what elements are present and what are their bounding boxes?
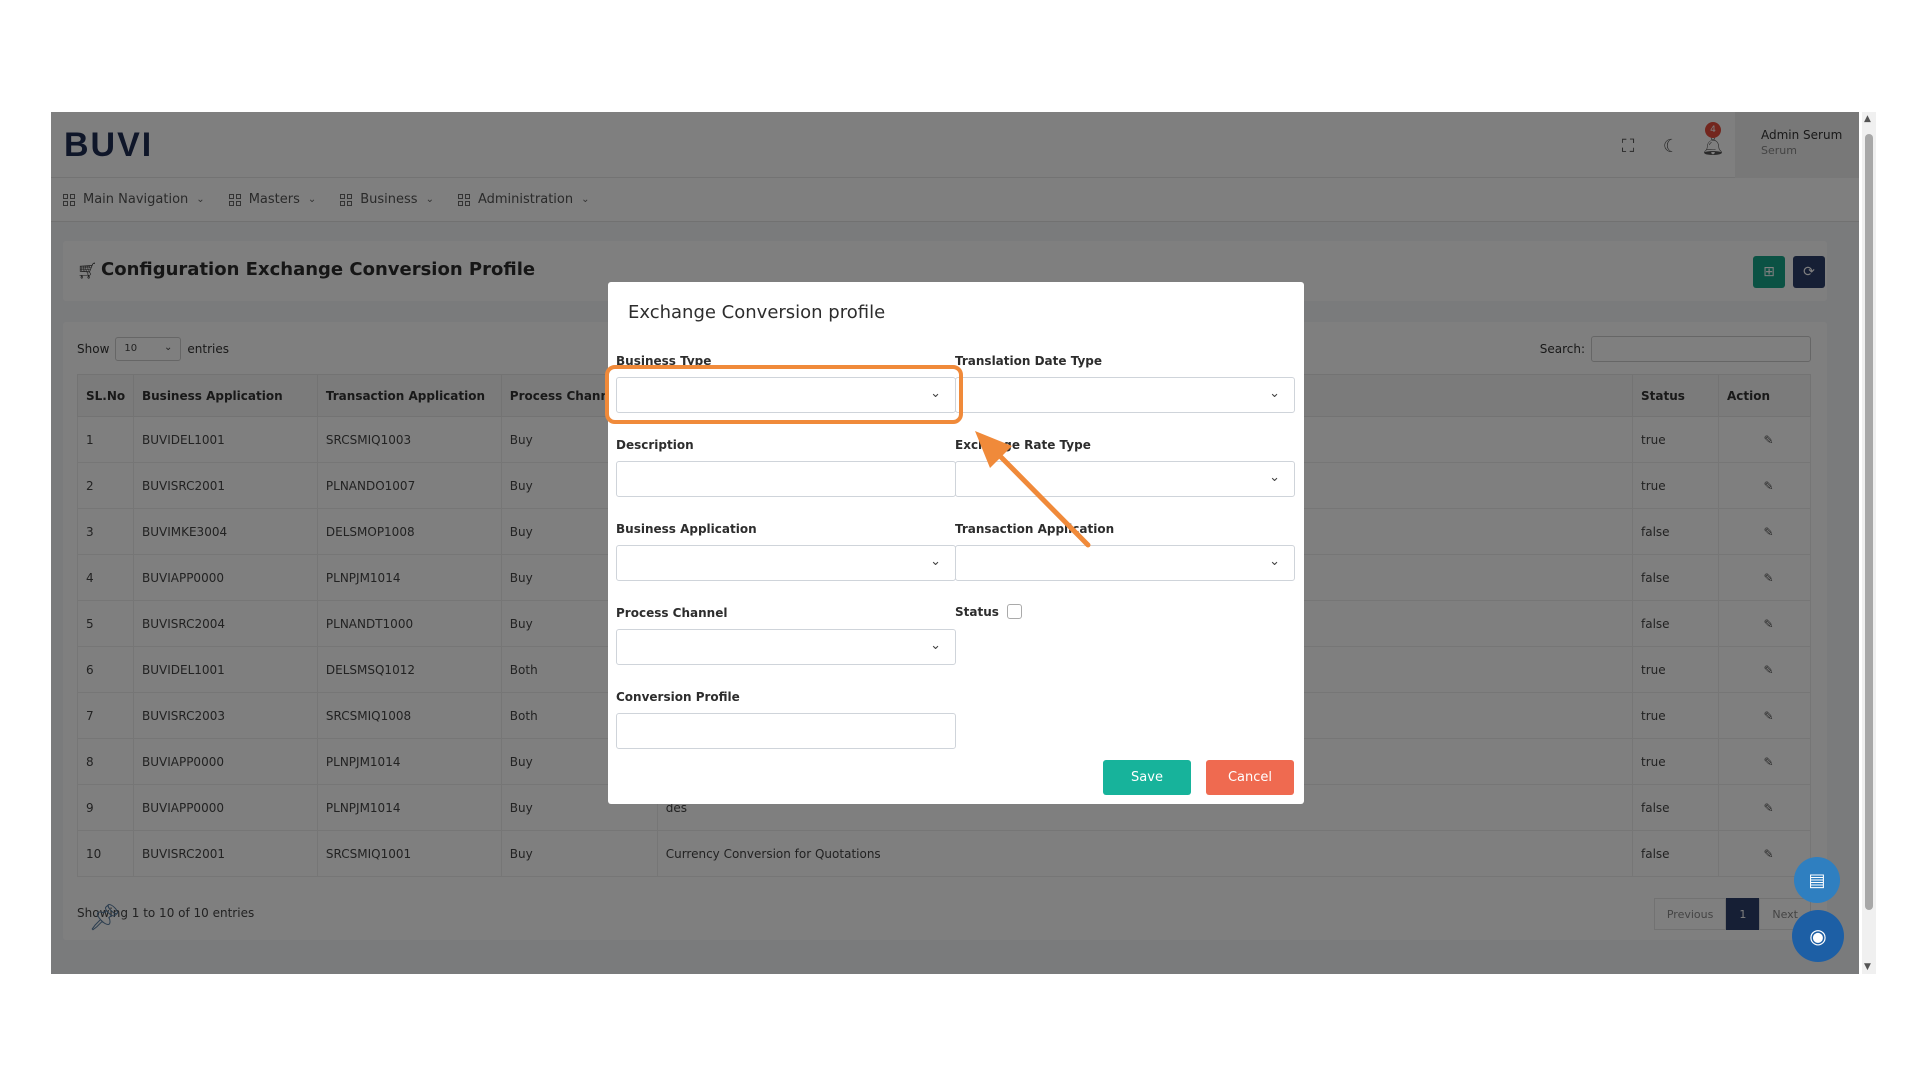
bot-button[interactable]: ◉ — [1792, 910, 1844, 962]
chat-icon: ▤ — [1808, 869, 1826, 891]
robot-icon: ◉ — [1809, 924, 1827, 948]
chat-button[interactable]: ▤ — [1794, 857, 1840, 903]
pin-icon[interactable]: 📌︎ — [88, 903, 121, 933]
pointer-arrow — [975, 431, 1091, 548]
